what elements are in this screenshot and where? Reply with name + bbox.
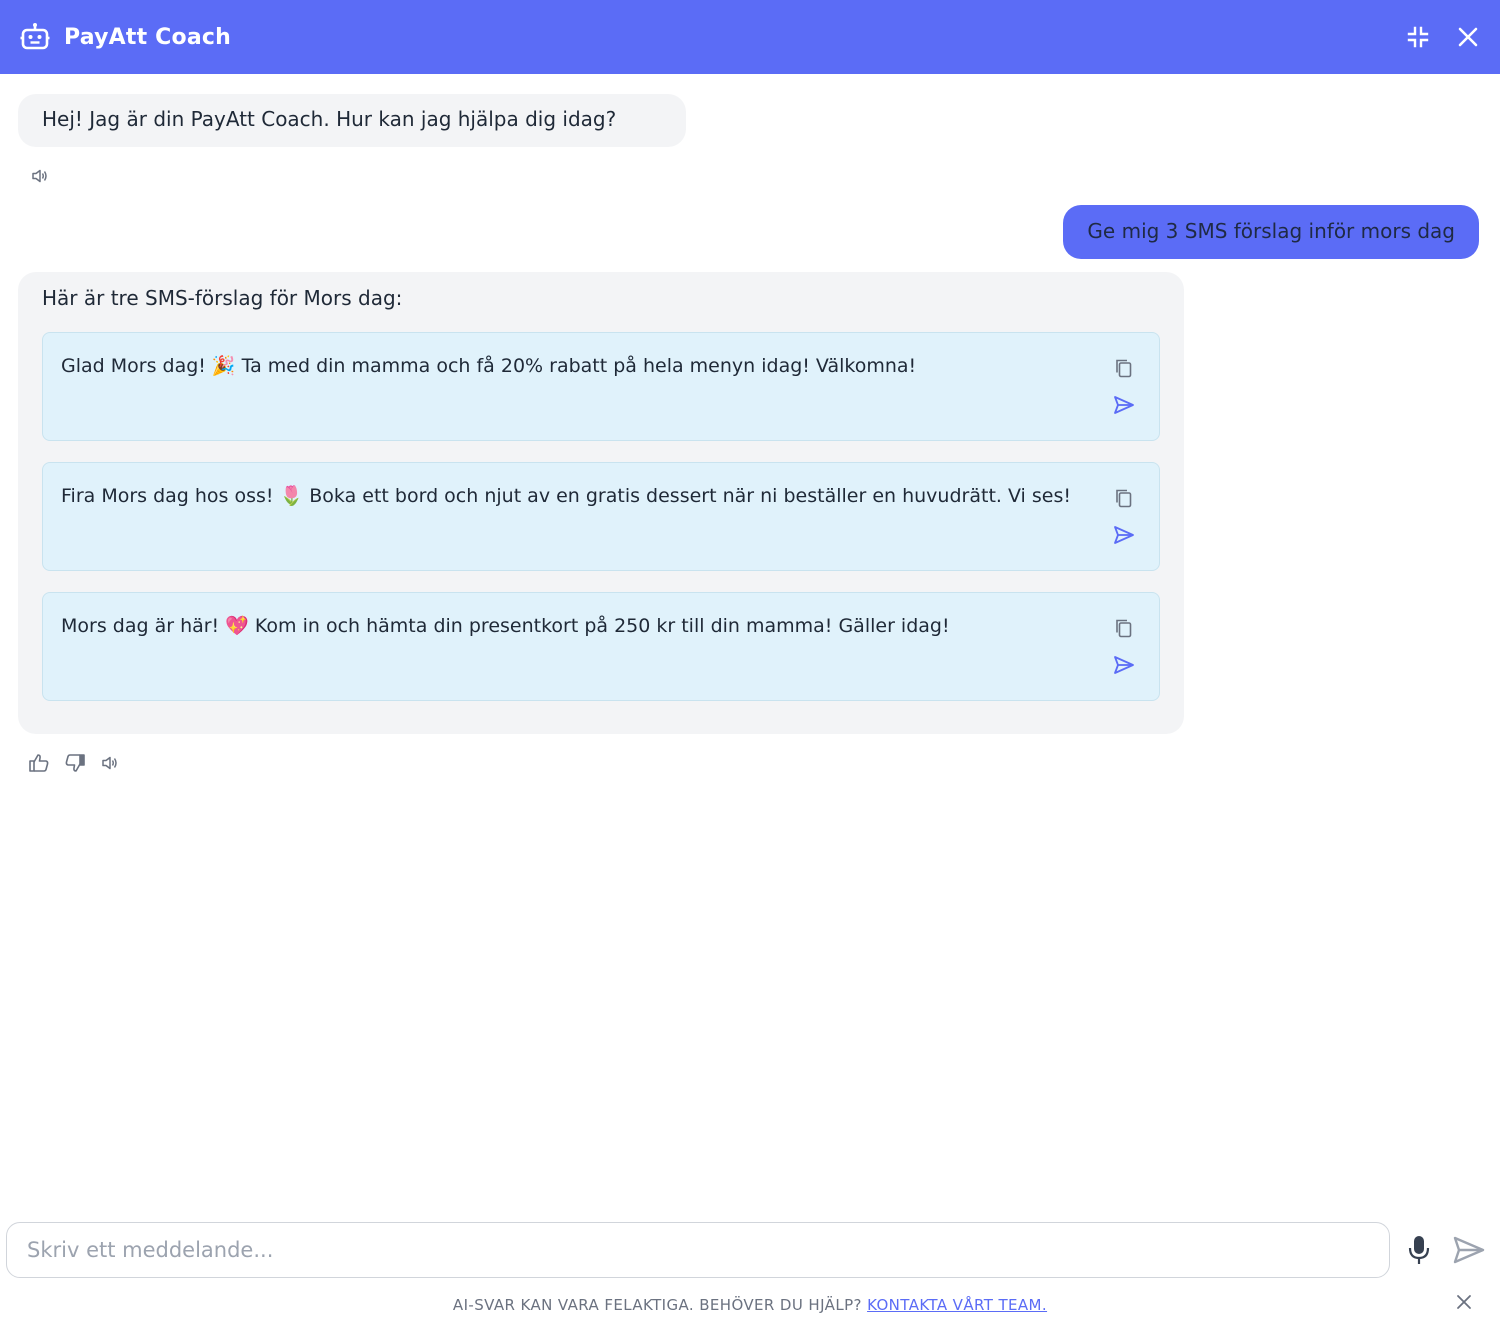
user-message: Ge mig 3 SMS förslag inför mors dag xyxy=(1063,205,1479,259)
message-input[interactable] xyxy=(6,1222,1390,1278)
answer-intro: Här är tre SMS-förslag för Mors dag: xyxy=(42,286,403,310)
close-icon[interactable] xyxy=(1454,1292,1474,1312)
header-actions xyxy=(1406,25,1480,49)
bot-message-greeting: Hej! Jag är din PayAtt Coach. Hur kan ja… xyxy=(18,94,686,147)
copy-icon[interactable] xyxy=(1113,487,1135,509)
footer-disclaimer: AI-SVAR KAN VARA FELAKTIGA. BEHÖVER DU H… xyxy=(0,1296,1500,1324)
send-sms-icon[interactable] xyxy=(1113,394,1135,416)
collapse-icon[interactable] xyxy=(1406,25,1430,49)
send-sms-icon[interactable] xyxy=(1113,654,1135,676)
contact-team-link[interactable]: KONTAKTA VÅRT TEAM. xyxy=(867,1296,1047,1314)
message-composer xyxy=(0,1222,1500,1280)
chat-title: PayAtt Coach xyxy=(64,24,231,50)
sms-suggestion-text: Glad Mors dag! 🎉 Ta med din mamma och få… xyxy=(61,355,917,377)
message-feedback xyxy=(28,752,122,774)
speaker-icon[interactable] xyxy=(100,752,122,774)
sms-suggestion-text: Mors dag är här! 💖 Kom in och hämta din … xyxy=(61,615,950,637)
copy-icon[interactable] xyxy=(1113,357,1135,379)
copy-icon[interactable] xyxy=(1113,617,1135,639)
thumbs-up-icon[interactable] xyxy=(28,752,50,774)
sms-suggestion-card: Fira Mors dag hos oss! 🌷 Boka ett bord o… xyxy=(42,462,1160,571)
close-icon[interactable] xyxy=(1456,25,1480,49)
thumbs-down-icon[interactable] xyxy=(64,752,86,774)
send-sms-icon[interactable] xyxy=(1113,524,1135,546)
chat-messages: Hej! Jag är din PayAtt Coach. Hur kan ja… xyxy=(0,74,1500,1214)
microphone-icon[interactable] xyxy=(1406,1234,1432,1266)
sms-suggestion-card: Glad Mors dag! 🎉 Ta med din mamma och få… xyxy=(42,332,1160,441)
speaker-icon[interactable] xyxy=(30,166,50,186)
send-message-icon[interactable] xyxy=(1452,1234,1486,1266)
sms-suggestion-text: Fira Mors dag hos oss! 🌷 Boka ett bord o… xyxy=(61,485,1071,507)
disclaimer-text: AI-SVAR KAN VARA FELAKTIGA. BEHÖVER DU H… xyxy=(452,1296,862,1314)
robot-icon xyxy=(20,22,50,52)
sms-suggestion-card: Mors dag är här! 💖 Kom in och hämta din … xyxy=(42,592,1160,701)
bot-message-answer: Här är tre SMS-förslag för Mors dag: Gla… xyxy=(18,272,1184,734)
chat-header: PayAtt Coach xyxy=(0,0,1500,74)
